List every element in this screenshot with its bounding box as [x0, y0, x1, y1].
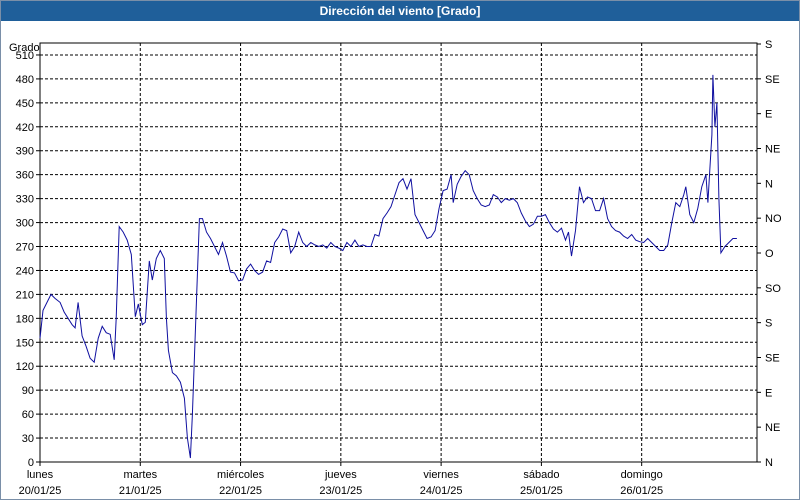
series-line-wind-direction — [39, 74, 737, 459]
plot-area-border — [39, 42, 758, 463]
right-tick-label: N — [765, 178, 773, 190]
x-tick-date-label: 26/01/25 — [620, 485, 663, 497]
y-tick-label: 210 — [16, 289, 34, 301]
y-tick-label: 360 — [16, 170, 34, 182]
x-tick-day-label: lunes — [27, 469, 54, 481]
right-tick-label: SO — [765, 283, 781, 295]
y-tick-label: 390 — [16, 146, 34, 158]
y-tick-label: 0 — [28, 457, 34, 469]
right-tick-label: E — [765, 387, 772, 399]
y-tick-label: 90 — [22, 385, 34, 397]
x-tick-date-label: 24/01/25 — [420, 485, 463, 497]
right-tick-label: SE — [765, 353, 780, 365]
y-tick-label: 450 — [16, 98, 34, 110]
right-tick-label: NE — [765, 144, 780, 156]
y-tick-label: 270 — [16, 242, 34, 254]
right-axis: N NE E SE S SO O NO N NE E SE S — [757, 39, 782, 469]
grid — [40, 43, 757, 462]
x-tick-date-label: 25/01/25 — [520, 485, 563, 497]
x-tick-date-label: 20/01/25 — [19, 485, 62, 497]
x-tick-day-label: viernes — [423, 469, 459, 481]
y-tick-label: 30 — [22, 433, 34, 445]
x-tick-day-label: domingo — [621, 469, 663, 481]
right-tick-label: NE — [765, 422, 780, 434]
y-tick-label: 300 — [16, 218, 34, 230]
y-tick-label: 240 — [16, 265, 34, 277]
y-tick-label: 180 — [16, 313, 34, 325]
y-tick-label: 60 — [22, 409, 34, 421]
right-tick-label: O — [765, 248, 774, 260]
right-tick-label: SE — [765, 74, 780, 86]
right-tick-label: S — [765, 39, 772, 51]
x-tick-date-label: 21/01/25 — [119, 485, 162, 497]
y-tick-label: 120 — [16, 361, 34, 373]
right-tick-label: E — [765, 109, 772, 121]
chart-window: Dirección del viento [Grado] 0 30 60 90 120 1… — [0, 0, 800, 500]
x-tick-day-label: miércoles — [217, 469, 265, 481]
y-tick-label: 150 — [16, 337, 34, 349]
x-tick-day-label: sábado — [523, 469, 559, 481]
x-tick-date-label: 23/01/25 — [319, 485, 362, 497]
x-axis: lunes 20/01/25 martes 21/01/25 miércoles 22/0… — [19, 462, 663, 497]
y-tick-label: 420 — [16, 122, 34, 134]
right-tick-label: S — [765, 318, 772, 330]
y-tick-label: 330 — [16, 194, 34, 206]
left-axis: 0 30 60 90 120 150 180 210 240 270 300 330 360 390 420… — [16, 50, 40, 469]
x-tick-day-label: martes — [123, 469, 157, 481]
x-tick-day-label: jueves — [324, 469, 357, 481]
y-tick-label: 480 — [16, 74, 34, 86]
right-tick-label: N — [765, 457, 773, 469]
chart-plot: 0 30 60 90 120 150 180 210 240 270 300 330 360 390 420… — [9, 39, 782, 497]
right-tick-label: NO — [765, 213, 782, 225]
y-axis-label: Grado — [9, 42, 40, 54]
x-tick-date-label: 22/01/25 — [219, 485, 262, 497]
